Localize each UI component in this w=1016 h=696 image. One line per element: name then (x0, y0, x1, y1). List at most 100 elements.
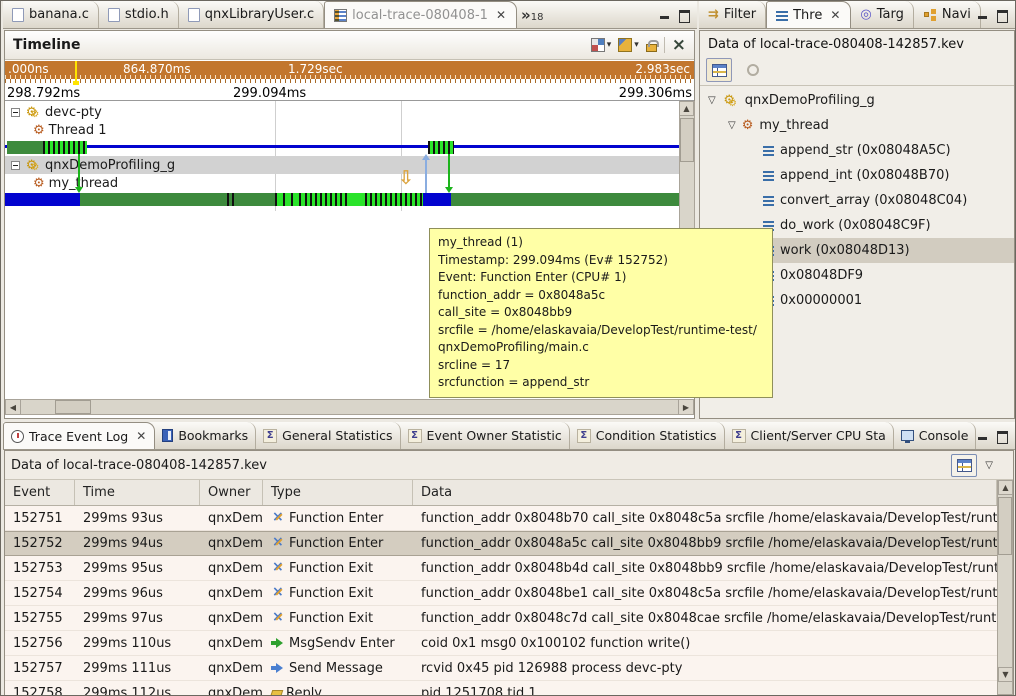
scroll-up-icon[interactable]: ▲ (998, 480, 1013, 495)
tooltip-line: srcfunction = append_str (438, 374, 764, 392)
cell-text: function_addr 0x8048a5c call_site 0x8048… (421, 536, 997, 551)
cell-text: 152752 (13, 536, 63, 551)
tree-item-qnxdemoprofiling-g[interactable]: ▽⚙⚙qnxDemoProfiling_g (700, 88, 1014, 113)
tab-console[interactable]: Console (894, 422, 977, 449)
minimize-icon[interactable] (659, 10, 670, 20)
timeline-hscrollbar[interactable] (5, 399, 694, 415)
tab-local-trace-080408-1[interactable]: local-trace-080408-1✕ (324, 1, 517, 28)
timeline-toolbar: ▾ ▾ × (591, 37, 686, 53)
maximize-icon[interactable] (996, 10, 1007, 20)
bookmarks-icon (162, 429, 173, 442)
tab-client-server-cpu-sta[interactable]: ΣClient/Server CPU Sta (725, 422, 894, 449)
gears-icon: ⚙⚙ (722, 93, 739, 108)
tab-bookmarks[interactable]: Bookmarks (155, 422, 256, 449)
tab-navi[interactable]: Navi (914, 1, 981, 28)
table-view-button[interactable] (951, 454, 977, 477)
tree-item-append-int-0x08048b70[interactable]: append_int (0x08048B70) (700, 163, 1014, 188)
table-row[interactable]: 152751299ms 93usqnxDemcFunction Enterfun… (5, 506, 997, 531)
tree-item-convert-array-0x08048c04[interactable]: convert_array (0x08048C04) (700, 188, 1014, 213)
scroll-down-icon[interactable]: ▼ (998, 667, 1013, 682)
column-header-event[interactable]: Event (5, 480, 75, 505)
event-cursor-icon[interactable]: ⇩ (398, 169, 414, 187)
close-icon[interactable]: ✕ (135, 429, 147, 443)
tab-overflow-chevron[interactable]: » 18 (517, 1, 547, 28)
tab-label: Trace Event Log (29, 429, 128, 444)
column-header-type[interactable]: Type (263, 480, 413, 505)
tree-collapse-icon[interactable] (11, 161, 20, 170)
tab-event-owner-statistic[interactable]: ΣEvent Owner Statistic (401, 422, 570, 449)
cell-text: qnxDemc (208, 611, 263, 626)
scroll-left-icon[interactable]: ◀ (5, 399, 21, 415)
table-view-button[interactable] (706, 58, 732, 82)
tab-label: Navi (942, 7, 971, 22)
tree-expander-icon[interactable]: ▽ (728, 120, 736, 131)
timeline-ruler-window[interactable]: 298.792ms299.094ms299.306ms (5, 85, 694, 101)
mythread-trace-segment (350, 193, 365, 206)
thread-view-toolbar (706, 57, 766, 83)
scroll-right-icon[interactable]: ▶ (678, 399, 694, 415)
table-row[interactable]: 152753299ms 95usqnxDemcFunction Exitfunc… (5, 556, 997, 581)
cell-text: qnxDemc (208, 661, 263, 676)
display-options-button[interactable]: ▾ (591, 38, 612, 52)
table-row[interactable]: 152755299ms 97usqnxDemcFunction Exitfunc… (5, 606, 997, 631)
scroll-up-icon[interactable]: ▲ (679, 101, 694, 116)
timeline-vscroll-thumb[interactable] (680, 118, 694, 162)
table-row[interactable]: 152752299ms 94usqnxDemcFunction Enterfun… (5, 531, 997, 556)
tab-targ[interactable]: ◎Targ (851, 1, 913, 28)
trace-event-log-view: Data of local-trace-080408-142857.kev ▽ … (4, 450, 1014, 695)
table-row[interactable]: 152754299ms 96usqnxDemcFunction Exitfunc… (5, 581, 997, 606)
table-grid-icon (957, 459, 972, 472)
event-table-header[interactable]: EventTimeOwnerTypeData (5, 480, 997, 506)
trace-data-subtitle: Data of local-trace-080408-142857.kev (11, 458, 267, 473)
tab-banana-c[interactable]: banana.c (3, 1, 99, 28)
tab-thre[interactable]: Thre✕ (766, 1, 851, 28)
trace-data-subtitle: Data of local-trace-080408-142857.kev (708, 37, 1010, 52)
maximize-icon[interactable] (678, 10, 689, 20)
close-icon[interactable]: ✕ (495, 8, 507, 22)
tree-expander-icon[interactable]: ▽ (708, 95, 716, 106)
timeline-owner-qnxdemoprofiling-g[interactable]: ⚙⚙qnxDemoProfiling_g (5, 156, 679, 174)
column-header-owner[interactable]: Owner (200, 480, 263, 505)
cell-text: 299ms 112us (83, 686, 171, 696)
timeline-owner-my-thread[interactable]: ⚙my_thread (5, 174, 118, 192)
cell-text: coid 0x1 msg0 0x100102 function write() (421, 636, 690, 651)
event-link-blue-arrow (425, 160, 427, 193)
display-options-icon (591, 38, 605, 52)
function-event-icon (271, 587, 285, 600)
timeline-ruler-absolute[interactable]: .000ns864.870ms1.729sec2.983sec (5, 61, 694, 79)
editor-tab-bar: banana.cstdio.hqnxLibraryUser.clocal-tra… (3, 1, 697, 29)
trace-event-log-header: Data of local-trace-080408-142857.kev ▽ (5, 451, 1013, 480)
minimize-icon[interactable] (977, 10, 988, 20)
filter-options-button[interactable]: ▾ (618, 38, 639, 52)
column-header-time[interactable]: Time (75, 480, 200, 505)
tab-stdio-h[interactable]: stdio.h (99, 1, 179, 28)
view-menu-icon[interactable]: ▽ (985, 460, 993, 471)
lock-icon[interactable] (646, 44, 657, 52)
ruler-label: 299.094ms (233, 86, 306, 101)
tab-condition-statistics[interactable]: ΣCondition Statistics (570, 422, 725, 449)
cell-time: 299ms 110us (75, 636, 200, 651)
table-row[interactable]: 152757299ms 111usqnxDemcSend Messagercvi… (5, 656, 997, 681)
tab-general-statistics[interactable]: ΣGeneral Statistics (256, 422, 400, 449)
table-vscroll-thumb[interactable] (998, 497, 1012, 555)
tree-item-my-thread[interactable]: ▽⚙my_thread (700, 113, 1014, 138)
cell-type: Function Enter (263, 536, 413, 551)
timeline-owner-devc-pty[interactable]: ⚙⚙devc-pty (5, 103, 102, 121)
tab-qnxlibraryuser-c[interactable]: qnxLibraryUser.c (179, 1, 324, 28)
close-icon[interactable]: × (672, 37, 686, 53)
close-icon[interactable]: ✕ (829, 8, 841, 22)
tooltip-line: call_site = 0x8048bb9 (438, 304, 764, 322)
minimize-icon[interactable] (977, 431, 988, 441)
timeline-owner-thread-1[interactable]: ⚙Thread 1 (5, 121, 107, 139)
refresh-time-button[interactable] (740, 58, 766, 82)
table-row[interactable]: 152756299ms 110usqnxDemcMsgSendv Enterco… (5, 631, 997, 656)
column-header-data[interactable]: Data (413, 480, 997, 505)
tab-trace-event-log[interactable]: Trace Event Log ✕ (3, 422, 155, 449)
table-row[interactable]: 152758299ms 112usqnxDemcReplypid 1251708… (5, 681, 997, 695)
tab-filter[interactable]: ⇉Filter (699, 1, 766, 28)
maximize-icon[interactable] (996, 431, 1007, 441)
tree-item-append-str-0x08048a5c[interactable]: append_str (0x08048A5C) (700, 138, 1014, 163)
tree-collapse-icon[interactable] (11, 108, 20, 117)
timeline-yellow-marker[interactable] (75, 61, 77, 85)
timeline-hscroll-thumb[interactable] (55, 400, 91, 414)
